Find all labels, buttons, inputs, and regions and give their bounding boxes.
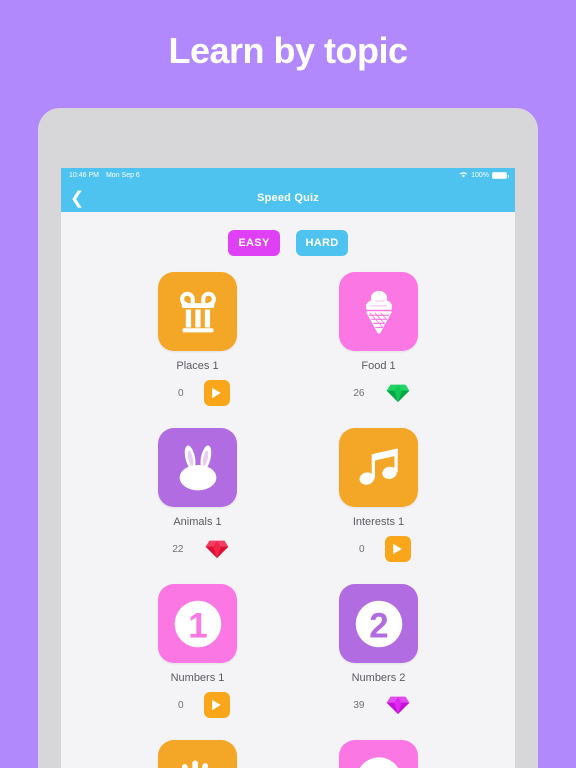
topic-tile-places-2[interactable] <box>339 740 418 768</box>
topic-label: Food 1 <box>361 360 396 372</box>
page-title: Learn by topic <box>168 30 408 71</box>
nav-title: Speed Quiz <box>257 191 319 204</box>
status-bar: 10:46 PM Mon Sep 6 100% <box>61 168 515 183</box>
gem-icon <box>386 696 409 714</box>
battery-icon <box>492 172 509 179</box>
topic-meta: 0 <box>107 692 288 718</box>
status-bar-right: 100% <box>459 171 509 180</box>
status-date: Mon Sep 6 <box>105 172 140 179</box>
topic-tile-places-1[interactable] <box>158 272 237 351</box>
topic-score: 0 <box>177 699 184 711</box>
play-icon <box>212 699 221 711</box>
gem-badge <box>204 536 230 562</box>
svg-text:2: 2 <box>369 606 388 645</box>
topic-cell: 1 Numbers 1 0 <box>107 584 288 718</box>
back-button[interactable]: ❮ <box>70 189 84 206</box>
music-note-icon <box>359 448 398 485</box>
topic-tile-numbers-2[interactable]: 2 <box>339 584 418 663</box>
topic-cell: Food 1 26 <box>288 272 469 406</box>
rabbit-icon <box>179 444 216 490</box>
tablet-frame: 10:46 PM Mon Sep 6 100% ❮ Speed Quiz EAS… <box>38 108 538 768</box>
svg-text:1: 1 <box>188 606 207 645</box>
play-button[interactable] <box>203 380 230 406</box>
topic-meta: 0 <box>288 536 469 562</box>
greek-column-icon <box>179 291 216 332</box>
gem-icon <box>386 384 409 402</box>
play-icon <box>212 387 221 399</box>
topic-tile-food-1[interactable] <box>339 272 418 351</box>
topic-tile-numbers-1[interactable]: 1 <box>158 584 237 663</box>
topic-score: 0 <box>177 387 184 399</box>
gem-badge <box>385 692 411 718</box>
difficulty-selector: EASY HARD <box>61 212 515 272</box>
number-two-icon: 2 <box>355 600 402 647</box>
number-one-icon: 1 <box>174 600 221 647</box>
topic-label: Numbers 2 <box>351 672 406 684</box>
play-button[interactable] <box>384 536 411 562</box>
gem-icon <box>205 540 228 558</box>
topic-score: 26 <box>353 387 365 399</box>
topic-grid: Places 1 0 Food 1 26 Animals 1 22 Intere… <box>61 272 515 768</box>
wifi-icon <box>459 171 468 180</box>
topic-score: 0 <box>358 543 365 555</box>
topic-label: Animals 1 <box>173 516 222 528</box>
globe-icon <box>358 756 399 768</box>
difficulty-hard-button[interactable]: HARD <box>296 230 348 256</box>
topic-label: Places 1 <box>176 360 219 372</box>
tablet-screen: 10:46 PM Mon Sep 6 100% ❮ Speed Quiz EAS… <box>61 168 515 768</box>
topic-meta: 39 <box>288 692 469 718</box>
topic-meta: 0 <box>107 380 288 406</box>
topic-cell <box>288 740 469 768</box>
difficulty-easy-button[interactable]: EASY <box>228 230 280 256</box>
topic-meta: 22 <box>107 536 288 562</box>
topic-label: Interests 1 <box>352 516 405 528</box>
topic-tile-interests-1[interactable] <box>339 428 418 507</box>
topic-score: 22 <box>172 543 184 555</box>
topic-tile-animals-1[interactable] <box>158 428 237 507</box>
topic-cell: 2 Numbers 2 39 <box>288 584 469 718</box>
topic-cell: Places 1 0 <box>107 272 288 406</box>
topic-score: 39 <box>353 699 365 711</box>
status-bar-left: 10:46 PM Mon Sep 6 <box>69 172 140 179</box>
battery-percent-label: 100% <box>471 172 489 179</box>
status-time: 10:46 PM <box>69 172 99 179</box>
play-icon <box>393 543 402 555</box>
topic-meta: 26 <box>288 380 469 406</box>
ice-cream-cone-icon <box>365 290 392 333</box>
hand-icon <box>181 760 208 768</box>
topic-tile-body-1[interactable] <box>158 740 237 768</box>
gem-badge <box>385 380 411 406</box>
topic-cell <box>107 740 288 768</box>
play-button[interactable] <box>203 692 230 718</box>
topic-cell: Animals 1 22 <box>107 428 288 562</box>
nav-bar: ❮ Speed Quiz <box>61 183 515 212</box>
topic-label: Numbers 1 <box>170 672 225 684</box>
quiz-content: EASY HARD Places 1 0 Food 1 26 Animals 1… <box>61 212 515 768</box>
topic-cell: Interests 1 0 <box>288 428 469 562</box>
